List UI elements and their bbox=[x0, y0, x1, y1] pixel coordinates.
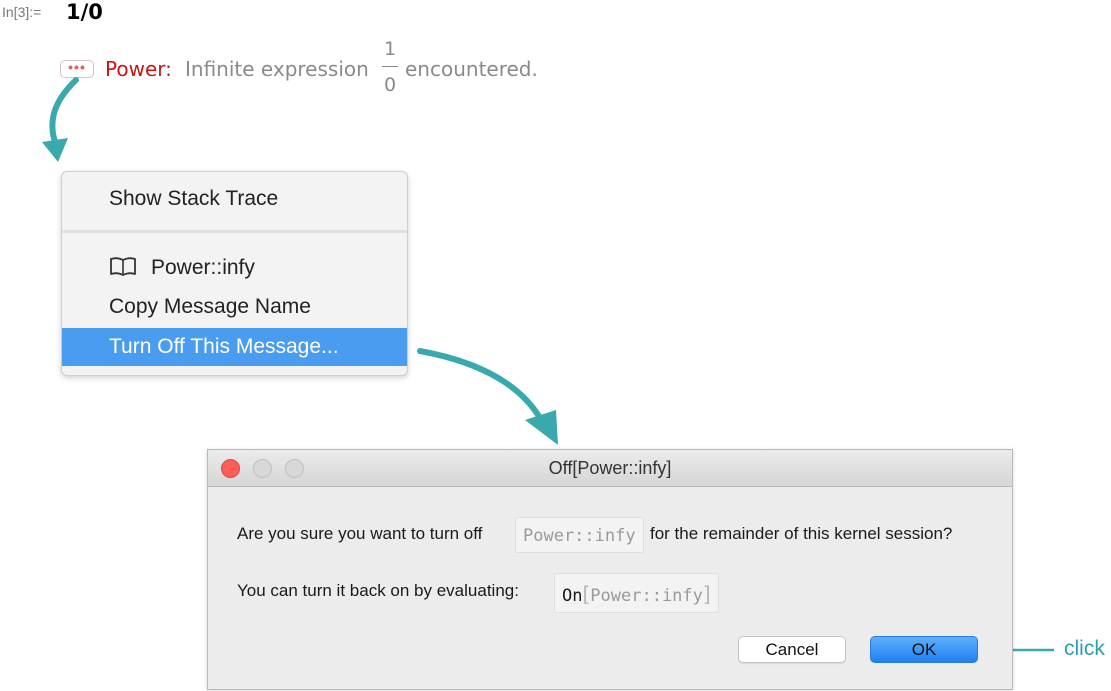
dialog-code-message-name: Power::infy bbox=[515, 517, 644, 553]
code-on-arg: Power::infy bbox=[590, 586, 703, 606]
screenshot-canvas: In[3]:= 1/0 ••• Power: Infinite expressi… bbox=[0, 0, 1111, 691]
arrow-to-dialog-head bbox=[525, 410, 558, 445]
dialog-title: Off[Power::infy] bbox=[548, 458, 672, 478]
arrow-to-dialog bbox=[417, 348, 543, 421]
code-on-head: On bbox=[562, 586, 583, 606]
click-annotation-label: click bbox=[1064, 637, 1105, 660]
dialog-code-on-expression: On[Power::infy] bbox=[554, 573, 719, 613]
arrow-to-menu bbox=[49, 77, 79, 145]
code-message-name: Power::infy bbox=[523, 526, 636, 546]
dialog-line1-before: Are you sure you want to turn off bbox=[237, 524, 483, 543]
dialog-line1-after: for the remainder of this kernel session… bbox=[650, 524, 953, 543]
off-message-dialog: Off[Power::infy] Are you sure you want t… bbox=[207, 449, 1013, 690]
dialog-titlebar[interactable]: Off[Power::infy] bbox=[208, 450, 1012, 487]
cancel-button[interactable]: Cancel bbox=[738, 636, 846, 663]
code-close-bracket: ] bbox=[702, 582, 711, 606]
dialog-line2-before: You can turn it back on by evaluating: bbox=[237, 581, 519, 600]
arrow-to-menu-head bbox=[42, 138, 68, 162]
ok-button[interactable]: OK bbox=[870, 636, 978, 663]
